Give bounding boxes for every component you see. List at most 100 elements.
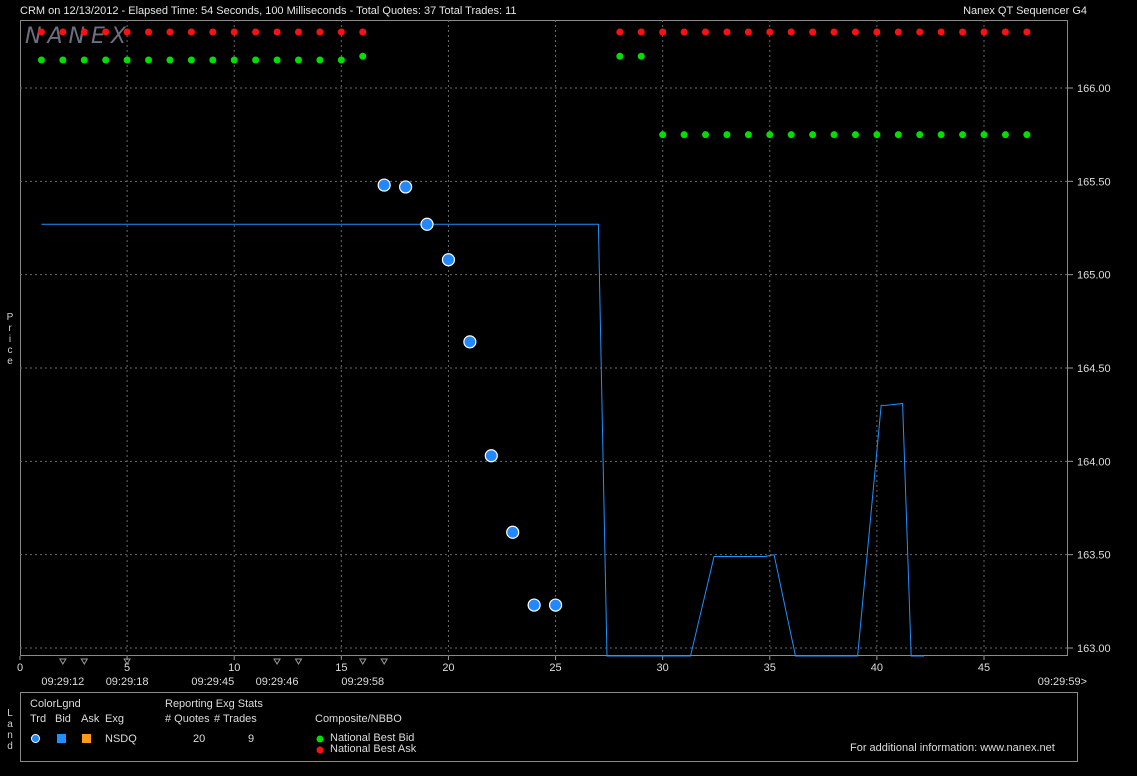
best-ask-point	[723, 28, 731, 36]
x-tick-label: 20	[442, 662, 454, 674]
best-bid-point	[1001, 131, 1009, 139]
best-ask-point	[209, 28, 217, 36]
y-tick-label: 163.00	[1077, 643, 1111, 655]
best-bid-point	[787, 131, 795, 139]
time-label: 09:29:46	[256, 676, 299, 688]
best-bid-point	[59, 56, 67, 64]
stats-col-trades: # Trades	[214, 713, 257, 725]
best-ask-point	[766, 28, 774, 36]
best-ask-point	[187, 28, 195, 36]
best-ask-point	[680, 28, 688, 36]
best-ask-point	[359, 28, 367, 36]
time-marker-icon	[380, 658, 389, 665]
y-tick-label: 164.50	[1077, 363, 1111, 375]
best-ask-point	[294, 28, 302, 36]
color-legend-title: ColorLgnd	[30, 698, 81, 710]
best-bid-point	[37, 56, 45, 64]
trade-point	[506, 525, 520, 539]
bid-swatch-icon	[57, 734, 66, 743]
best-ask-point	[166, 28, 174, 36]
trade-point	[527, 598, 541, 612]
best-ask-point	[959, 28, 967, 36]
x-tick-label: 15	[335, 662, 347, 674]
trade-point	[484, 449, 498, 463]
best-ask-point	[787, 28, 795, 36]
y-tick-label: 163.50	[1077, 550, 1111, 562]
best-bid-point	[937, 131, 945, 139]
best-ask-point	[937, 28, 945, 36]
best-ask-point	[637, 28, 645, 36]
best-ask-point	[616, 28, 624, 36]
best-bid-point	[252, 56, 260, 64]
best-ask-point	[337, 28, 345, 36]
trade-point	[548, 598, 563, 612]
legend-side-label-char: L	[7, 708, 13, 719]
y-tick-label: 165.00	[1077, 270, 1111, 282]
time-marker-icon	[273, 658, 281, 665]
x-tick-label: 30	[657, 662, 669, 674]
best-bid-point	[187, 56, 195, 64]
time-marker-icon	[358, 658, 367, 665]
best-bid-point	[723, 131, 731, 139]
bid-line	[41, 223, 925, 657]
time-label: 09:29:18	[106, 676, 149, 688]
x-tick-label: 0	[17, 662, 23, 674]
best-bid-point	[680, 131, 688, 139]
best-bid-point	[316, 56, 324, 64]
stats-trades-count: 9	[248, 733, 255, 745]
nbbo-title: Composite/NBBO	[315, 713, 402, 725]
best-bid-point	[166, 56, 174, 64]
best-bid-point	[123, 56, 131, 64]
best-bid-point	[894, 131, 902, 139]
best-ask-point	[980, 28, 988, 36]
best-ask-label: National Best Ask	[330, 743, 417, 755]
x-tick-label: 35	[764, 662, 776, 674]
trade-point	[399, 180, 413, 194]
best-ask-point	[851, 28, 859, 36]
best-bid-point	[744, 131, 752, 139]
x-tick-label: 45	[978, 662, 990, 674]
time-label: 09:29:45	[191, 676, 234, 688]
legend-exchange: NSDQ	[105, 733, 137, 745]
best-ask-point	[744, 28, 752, 36]
best-bid-point	[830, 131, 838, 139]
legend-col-ask: Ask	[81, 713, 100, 725]
best-bid-point	[873, 131, 881, 139]
ask-swatch-icon	[82, 734, 91, 743]
best-ask-point	[273, 28, 281, 36]
time-marker-icon	[58, 658, 67, 665]
best-ask-point	[809, 28, 817, 36]
footer-info: For additional information: www.nanex.ne…	[850, 742, 1055, 754]
legend-col-bid: Bid	[55, 713, 71, 725]
best-bid-point	[294, 56, 302, 64]
best-ask-point	[916, 28, 924, 36]
best-bid-point	[337, 56, 345, 64]
best-ask-point	[145, 28, 153, 36]
y-tick-label: 165.50	[1077, 176, 1111, 188]
best-ask-point	[830, 28, 838, 36]
best-bid-point	[359, 52, 367, 60]
legend-side-label-char: d	[7, 741, 13, 752]
best-bid-point	[851, 131, 859, 139]
legend-side-label-char: a	[7, 719, 13, 730]
price-chart: 163.00 163.50 164.00 164.50 165.00 165.50 166.…	[17, 20, 1111, 688]
best-bid-point	[80, 56, 88, 64]
time-marker-icon	[294, 658, 303, 665]
best-ask-point	[37, 28, 45, 36]
best-ask-point	[59, 28, 67, 36]
time-label: 09:29:12	[41, 676, 84, 688]
trade-swatch-icon	[31, 734, 40, 743]
best-bid-point	[980, 131, 988, 139]
stats-title: Reporting Exg Stats	[165, 698, 263, 710]
best-ask-point	[1023, 28, 1031, 36]
best-ask-point	[80, 28, 88, 36]
best-bid-point	[916, 131, 924, 139]
best-bid-point	[273, 56, 281, 64]
best-ask-point	[873, 28, 881, 36]
y-tick-label: 164.00	[1077, 456, 1111, 468]
trade-point	[463, 335, 477, 349]
best-ask-point	[1001, 28, 1009, 36]
stats-quotes-count: 20	[193, 733, 206, 745]
best-ask-point	[316, 28, 324, 36]
y-tick-label: 166.00	[1077, 83, 1111, 95]
